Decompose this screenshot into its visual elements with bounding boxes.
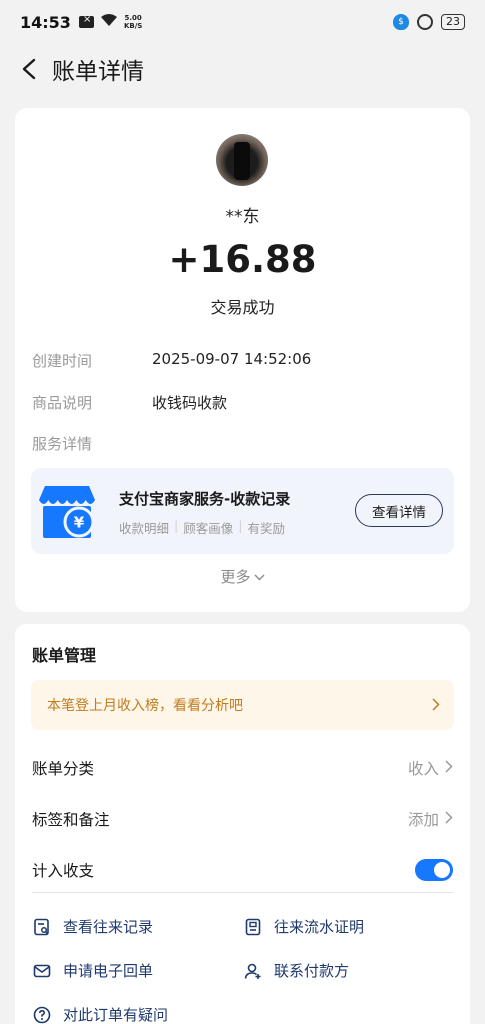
section-title: 账单管理 [32,646,97,665]
include-balance-toggle[interactable] [415,859,453,881]
amount: +16.88 [168,238,317,281]
setting-row-include-balance: 计入收支 [32,857,453,883]
shield-icon: $ [393,14,409,30]
income-rank-banner[interactable]: 本笔登上月收入榜，看看分析吧 [31,680,454,730]
action-label: 联系付款方 [274,962,350,980]
network-speed-value: 5.00 [124,14,142,22]
detail-row-service: 服务详情 [32,433,152,454]
header: 账单详情 [0,44,485,94]
status-right-icons: $ 23 [393,14,465,30]
detail-label: 商品说明 [32,394,93,412]
question-icon [32,1005,52,1024]
setting-label: 账单分类 [32,760,95,778]
payer-name: **东 [225,207,260,227]
mail-icon [32,961,52,981]
action-request-receipt[interactable]: 申请电子回单 [32,960,153,981]
network-speed-unit: KB/S [123,22,143,30]
contact-user-icon [243,961,263,981]
detail-value: 2025-09-07 14:52:06 [152,350,312,368]
more-label: 更多 [220,568,251,586]
action-label: 申请电子回单 [63,962,154,980]
bill-management-card: 账单管理 本笔登上月收入榜，看看分析吧 账单分类 收入 标签和备注 添加 计入收… [15,624,470,1024]
lock-rotation-icon [417,14,433,30]
action-order-question[interactable]: 对此订单有疑问 [32,1004,168,1024]
tag-divider: | [238,518,243,533]
back-icon[interactable] [10,49,50,89]
action-contact-payer[interactable]: 联系付款方 [243,960,349,981]
chevron-down-icon [254,571,265,584]
transaction-card: **东 +16.88 交易成功 创建时间 2025-09-07 14:52:06… [15,108,470,612]
setting-label: 计入收支 [32,862,95,880]
detail-value: 收钱码收款 [152,394,228,412]
service-tag: 有奖励 [247,521,285,536]
setting-row-tags-notes[interactable]: 标签和备注 添加 [32,806,453,832]
document-icon [243,917,263,937]
setting-label: 标签和备注 [32,811,110,829]
chevron-right-icon [445,810,453,828]
setting-row-category[interactable]: 账单分类 收入 [32,755,453,781]
action-label: 往来流水证明 [274,918,365,936]
promo-text: 本笔登上月收入榜，看看分析吧 [47,698,243,714]
wifi-icon [100,13,118,31]
avatar[interactable] [216,134,268,186]
svg-text:¥: ¥ [74,514,85,532]
battery-icon: 23 [441,14,465,30]
merchant-service-card[interactable]: ¥ 支付宝商家服务-收款记录 收款明细 | 顾客画像 | 有奖励 查看详情 [31,468,454,554]
search-record-icon [32,917,52,937]
detail-label: 服务详情 [32,435,93,453]
action-label: 对此订单有疑问 [63,1006,169,1024]
setting-value: 收入 [407,760,439,778]
status-time: 14:53 [20,12,71,32]
merchant-shop-icon: ¥ [39,482,99,540]
status-left-icons: 5.00 KB/S [78,13,142,31]
transaction-status: 交易成功 [210,298,275,317]
view-detail-button[interactable]: 查看详情 [355,494,443,527]
service-tag: 收款明细 [119,521,170,536]
chevron-right-icon [445,759,453,777]
action-label: 查看往来记录 [63,918,154,936]
page-title: 账单详情 [52,59,144,85]
action-view-records[interactable]: 查看往来记录 [32,916,153,937]
service-tag: 顾客画像 [183,521,234,536]
detail-label: 创建时间 [32,352,93,370]
more-button[interactable]: 更多 [15,566,470,587]
setting-value: 添加 [407,811,439,829]
chevron-right-icon [432,696,440,715]
network-speed: 5.00 KB/S [124,14,142,30]
service-title: 支付宝商家服务-收款记录 [119,490,291,508]
divider [32,892,453,893]
detail-row-created-time: 创建时间 2025-09-07 14:52:06 [32,350,311,371]
action-statement-proof[interactable]: 往来流水证明 [243,916,364,937]
service-tags: 收款明细 | 顾客画像 | 有奖励 [119,518,285,537]
detail-row-item-desc: 商品说明 收钱码收款 [32,392,227,413]
tag-divider: | [174,518,179,533]
notification-icon [78,14,94,28]
status-bar: 14:53 5.00 KB/S $ 23 [0,0,485,44]
